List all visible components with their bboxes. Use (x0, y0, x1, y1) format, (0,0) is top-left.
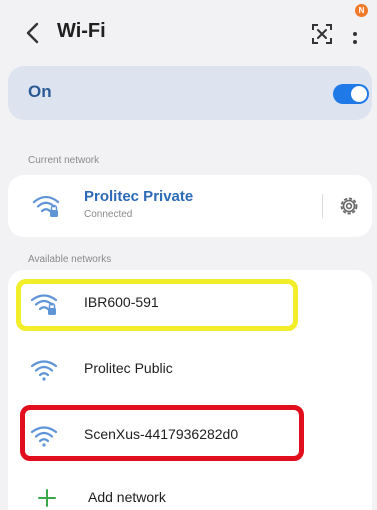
switch-knob (351, 86, 367, 102)
current-network-section-label: Current network (28, 155, 100, 166)
network-row-prolitec-public[interactable]: Prolitec Public (8, 338, 372, 400)
qr-scan-icon[interactable] (310, 22, 334, 46)
current-network-row[interactable]: Prolitec Private Connected (8, 175, 372, 237)
network-name: Prolitec Public (84, 360, 173, 376)
wifi-icon (30, 426, 58, 447)
wifi-secured-icon (32, 195, 60, 217)
chevron-left-icon[interactable] (22, 20, 46, 46)
current-network-name: Prolitec Private (84, 188, 194, 205)
add-network-row[interactable]: Add network (8, 467, 372, 510)
wifi-switch[interactable] (333, 84, 369, 104)
divider (322, 194, 323, 218)
notification-badge: N (355, 4, 368, 17)
available-networks-section-label: Available networks (28, 254, 112, 265)
network-name: ScenXus-4417936282d0 (84, 426, 239, 442)
network-name: IBR600-591 (84, 294, 159, 310)
current-network-status: Connected (84, 209, 133, 220)
wifi-icon (30, 360, 58, 381)
available-networks-list: IBR600-591 Prolitec Public ScenXus-44179… (8, 270, 372, 510)
page-title: Wi-Fi (57, 20, 106, 42)
more-vertical-icon[interactable] (348, 20, 362, 48)
add-network-label: Add network (88, 489, 166, 505)
wifi-toggle-row[interactable]: On (8, 66, 372, 120)
plus-icon (38, 489, 56, 507)
toggle-label: On (28, 82, 52, 101)
gear-icon[interactable] (336, 193, 362, 219)
app-header: Wi-Fi N (0, 0, 377, 66)
network-row-scenxus[interactable]: ScenXus-4417936282d0 (8, 404, 372, 466)
wifi-secured-icon (30, 294, 58, 315)
network-row-ibr600[interactable]: IBR600-591 (8, 272, 372, 334)
wifi-settings-screen: Wi-Fi N On Current network Prolitec Priv… (0, 0, 377, 510)
